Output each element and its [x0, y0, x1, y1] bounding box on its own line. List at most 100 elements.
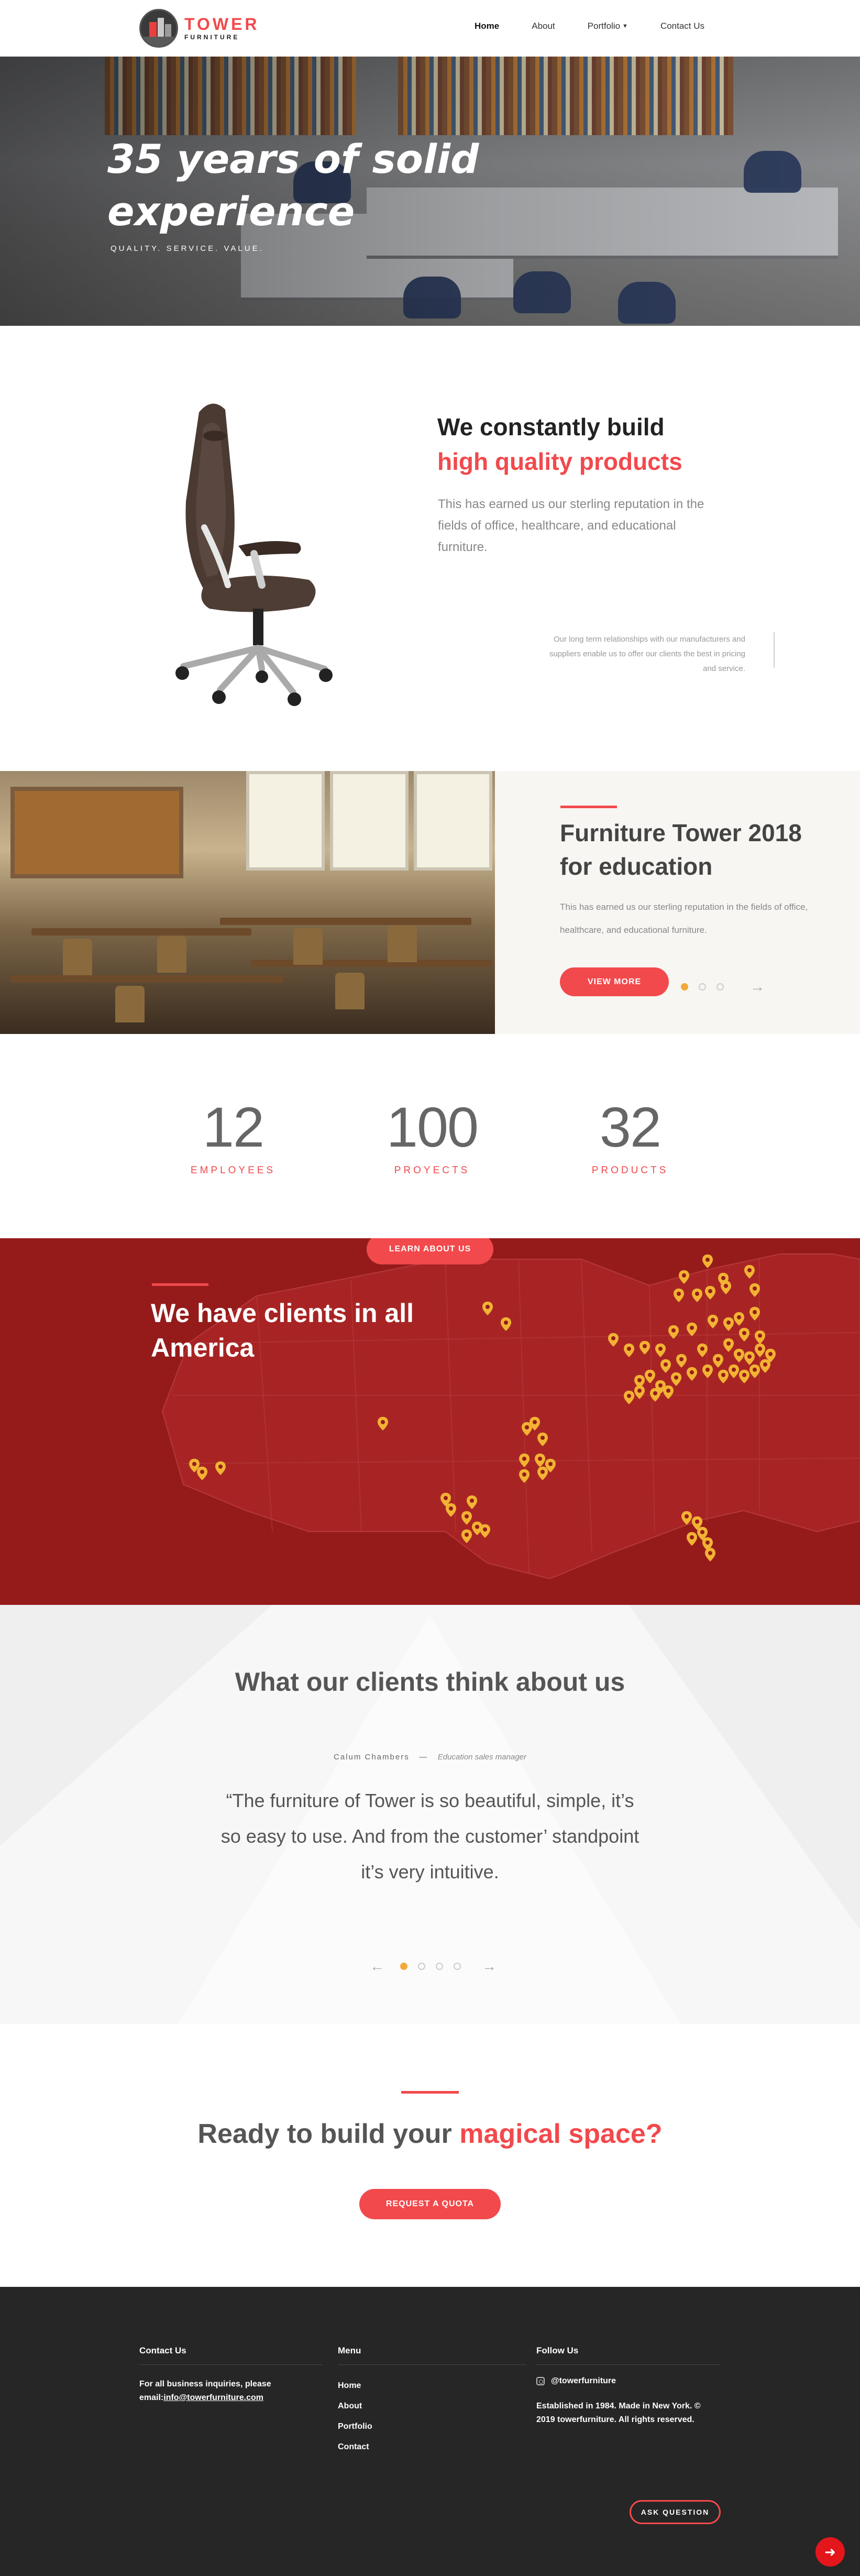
location-pin-icon	[676, 1354, 687, 1368]
cta-title-accent: magical space?	[459, 2119, 663, 2149]
view-more-button[interactable]: VIEW MORE	[560, 967, 669, 996]
quality-heading-line1: We constantly build	[437, 413, 665, 441]
carousel-dot[interactable]	[400, 1963, 407, 1970]
location-pin-icon	[197, 1467, 207, 1480]
note-divider	[774, 632, 775, 668]
hero-title: 35 years of solid experience	[107, 136, 479, 235]
education-title: Furniture Tower 2018 for education	[560, 819, 802, 880]
accent-line	[401, 2091, 459, 2094]
quality-heading-line2: high quality products	[437, 448, 682, 475]
location-pin-icon	[535, 1454, 545, 1467]
location-pin-icon	[679, 1270, 689, 1284]
instagram-link[interactable]: @towerfurniture	[536, 2376, 720, 2386]
ask-question-button[interactable]: ASK QUESTION	[630, 2500, 721, 2524]
testimonial-section: What our clients think about us Calum Ch…	[0, 1605, 860, 2024]
arrow-right-icon[interactable]: →	[750, 978, 765, 995]
location-pin-icon	[692, 1289, 702, 1302]
location-pin-icon	[687, 1367, 697, 1381]
accent-line	[560, 806, 617, 808]
nav-contact[interactable]: Contact Us	[660, 21, 704, 31]
location-pin-icon	[655, 1344, 666, 1357]
location-pin-icon	[461, 1511, 472, 1525]
carousel-dot[interactable]	[699, 983, 706, 990]
footer-follow: Follow Us @towerfurniture Established in…	[536, 2346, 720, 2427]
location-pin-icon	[519, 1469, 530, 1483]
stat-projects: 100 PROYECTS	[354, 1096, 511, 1176]
location-pin-icon	[755, 1344, 765, 1357]
stat-products: 32 PRODUCTS	[552, 1096, 709, 1176]
footer-contact: Contact Us For all business inquiries, p…	[139, 2346, 323, 2405]
nav-about[interactable]: About	[532, 21, 555, 31]
logo[interactable]: TOWER FURNITURE	[139, 9, 260, 48]
location-pin-icon	[739, 1328, 749, 1341]
carousel-dot[interactable]	[716, 983, 724, 990]
footer-link-contact[interactable]: Contact	[338, 2437, 526, 2457]
stats-section: 12 EMPLOYEES 100 PROYECTS 32 PRODUCTS	[0, 1034, 860, 1238]
quality-heading: We constantly build high quality product…	[437, 410, 682, 479]
stat-label: EMPLOYEES	[190, 1165, 276, 1176]
site-footer: Contact Us For all business inquiries, p…	[0, 2287, 860, 2576]
footer-link-portfolio[interactable]: Portfolio	[338, 2416, 526, 2437]
carousel-dot[interactable]	[681, 983, 688, 990]
classroom-image	[0, 771, 495, 1034]
location-pin-icon	[760, 1359, 770, 1373]
author-separator: —	[419, 1753, 428, 1762]
location-pin-icon	[749, 1283, 760, 1297]
location-pin-icon	[663, 1385, 674, 1399]
logo-subtitle: FURNITURE	[184, 34, 240, 41]
logo-title: TOWER	[184, 15, 260, 34]
location-pin-icon	[624, 1344, 634, 1357]
location-pin-icon	[537, 1433, 548, 1446]
footer-link-about[interactable]: About	[338, 2396, 526, 2416]
nav-portfolio[interactable]: Portfolio ▼	[588, 21, 628, 31]
location-pin-icon	[749, 1364, 760, 1378]
location-pin-icon	[755, 1330, 765, 1344]
location-pin-icon	[608, 1333, 619, 1347]
request-quota-button[interactable]: REQUEST A QUOTA	[359, 2189, 501, 2219]
footer-link-home[interactable]: Home	[338, 2375, 526, 2396]
instagram-handle: @towerfurniture	[551, 2376, 616, 2385]
location-pin-icon	[749, 1307, 760, 1320]
stat-value: 100	[386, 1095, 479, 1159]
hero-banner: 35 years of solid experience QUALITY. SE…	[0, 57, 860, 326]
stat-label: PROYECTS	[394, 1165, 470, 1176]
footer-established: Established in 1984. Made in New York. ©…	[536, 2402, 701, 2424]
arrow-right-icon[interactable]: →	[482, 1958, 497, 1975]
location-pin-icon	[713, 1354, 723, 1368]
scroll-to-top-button[interactable]: ➜	[815, 2537, 845, 2567]
location-pin-icon	[721, 1281, 731, 1294]
location-pin-icon	[705, 1548, 715, 1561]
stat-value: 32	[599, 1095, 661, 1159]
carousel-dot[interactable]	[436, 1963, 443, 1970]
footer-follow-heading: Follow Us	[536, 2346, 720, 2365]
location-pin-icon	[624, 1391, 634, 1404]
testimonial-author: Calum Chambers — Education sales manager	[0, 1753, 860, 1762]
location-pin-icon	[702, 1364, 713, 1378]
location-pin-icon	[530, 1417, 540, 1430]
nav-home[interactable]: Home	[475, 21, 499, 31]
stat-label: PRODUCTS	[591, 1165, 669, 1176]
arrow-left-icon[interactable]: ←	[370, 1958, 384, 1975]
quality-description: This has earned us our sterling reputati…	[438, 497, 704, 554]
location-pin-icon	[378, 1417, 388, 1430]
carousel-dot[interactable]	[454, 1963, 461, 1970]
footer-email-link[interactable]: info@towerfurniture.com	[163, 2393, 263, 2402]
nav-portfolio-label: Portfolio	[587, 21, 621, 31]
location-pin-icon	[634, 1385, 645, 1399]
arrow-up-icon: ➜	[824, 2544, 836, 2560]
clients-map-section: LEARN ABOUT US We have clients in all Am…	[0, 1238, 860, 1605]
cta-section: Ready to build your magical space? REQUE…	[0, 2024, 860, 2287]
quality-section: We constantly build high quality product…	[0, 326, 860, 771]
logo-badge-icon	[139, 9, 178, 48]
office-chair-image	[175, 403, 333, 706]
education-carousel-dots: →	[681, 978, 765, 995]
hero-subtitle: QUALITY. SERVICE. VALUE.	[111, 244, 264, 253]
education-section: Furniture Tower 2018 for education This …	[0, 771, 860, 1034]
location-pin-icon	[645, 1370, 655, 1383]
footer-contact-heading: Contact Us	[139, 2346, 323, 2365]
location-pin-icon	[687, 1323, 697, 1336]
location-pin-icon	[446, 1503, 456, 1517]
location-pin-icon	[467, 1495, 477, 1509]
carousel-dot[interactable]	[418, 1963, 425, 1970]
learn-about-us-button[interactable]: LEARN ABOUT US	[367, 1238, 493, 1264]
